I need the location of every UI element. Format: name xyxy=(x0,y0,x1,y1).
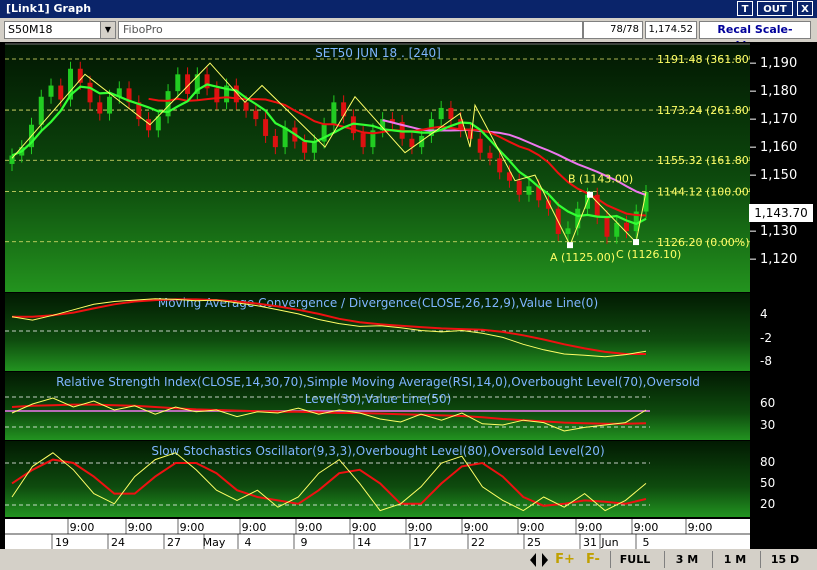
fib-level-label: 1191.48 (361.80%) xyxy=(657,53,764,66)
macd-tick-3: -8 xyxy=(760,354,772,368)
date-label: 31 xyxy=(583,536,597,549)
pivot-label: B (1143.00) xyxy=(568,173,633,186)
date-label: 22 xyxy=(471,536,485,549)
pan-right-icon[interactable] xyxy=(542,553,548,567)
time-label: 9:00 xyxy=(242,521,267,534)
fib-level-label: 1173.24 (261.80%) xyxy=(657,104,764,117)
close-button[interactable]: X xyxy=(797,1,813,16)
stoch-title: Slow Stochastics Oscillator(9,3,3),Overb… xyxy=(151,444,604,458)
price-tick-label: 1,180 xyxy=(760,84,797,99)
time-label: 9:00 xyxy=(578,521,603,534)
out-button[interactable]: OUT xyxy=(757,1,793,16)
price-tick-label: 1,150 xyxy=(760,168,797,183)
date-label: 9 xyxy=(301,536,308,549)
stoch-tick-2: 50 xyxy=(760,476,775,490)
chevron-down-icon[interactable]: ▼ xyxy=(100,22,115,38)
date-label: 14 xyxy=(357,536,371,549)
macd-title: Moving Average Convergence / Divergence(… xyxy=(158,296,598,310)
time-label: 9:00 xyxy=(352,521,377,534)
t-button[interactable]: T xyxy=(737,1,753,16)
bar-count: 78/78 xyxy=(583,21,643,39)
stoch-tick-1: 80 xyxy=(760,455,775,469)
last-price-label: 1,143.70 xyxy=(754,206,807,220)
main-price-panel[interactable]: SET50 JUN 18 . [240] 1191.48 (361.80%) 11… xyxy=(5,43,764,292)
stoch-tick-3: 20 xyxy=(760,497,775,511)
main-chart-title: SET50 JUN 18 . [240] xyxy=(315,46,441,60)
time-label: 9:00 xyxy=(408,521,433,534)
rsi-title-line1: Relative Strength Index(CLOSE,14,30,70),… xyxy=(56,375,700,389)
fib-level-label: 1155.32 (161.80%) xyxy=(657,154,764,167)
pivot-marker xyxy=(567,242,573,249)
date-label: 24 xyxy=(111,536,125,549)
window-title: [Link1] Graph xyxy=(6,2,92,15)
rsi-panel[interactable]: Relative Strength Index(CLOSE,14,30,70),… xyxy=(5,372,775,440)
1m-button[interactable]: 1 M xyxy=(712,551,757,568)
date-label: Jun xyxy=(600,536,618,549)
3m-button[interactable]: 3 M xyxy=(664,551,709,568)
fib-level-label: 1144.12 (100.00%) xyxy=(657,186,764,199)
recal-scale-button[interactable]: Recal Scale-Linear xyxy=(699,21,811,52)
rsi-tick-1: 60 xyxy=(760,396,775,410)
time-label: 9:00 xyxy=(634,521,659,534)
rsi-tick-2: 30 xyxy=(760,418,775,432)
pivot-label: A (1125.00) xyxy=(550,251,615,264)
macd-tick-2: -2 xyxy=(760,331,772,345)
time-label: 9:00 xyxy=(688,521,713,534)
main-price-scale: 1,190 1,180 1,170 1,160 1,150 1,130 1,120 1,14… xyxy=(749,44,817,292)
price-tick-label: 1,160 xyxy=(760,140,797,155)
pivot-label: C (1126.10) xyxy=(616,248,681,261)
date-label: 19 xyxy=(55,536,69,549)
toolbar: S50M18 ▼ FiboPro 78/78 1,174.52 Recal Sc… xyxy=(0,18,817,52)
zoom-out-button[interactable]: F- xyxy=(580,551,606,568)
symbol-select[interactable]: S50M18 ▼ xyxy=(4,21,116,39)
date-label: 25 xyxy=(527,536,541,549)
chart-area[interactable]: SET50 JUN 18 . [240] 1191.48 (361.80%) 11… xyxy=(0,42,817,549)
zoom-in-button[interactable]: F+ xyxy=(552,551,578,568)
date-label: 27 xyxy=(167,536,181,549)
full-button[interactable]: FULL xyxy=(610,551,659,568)
fib-level-label: 1126.20 (0.00%) xyxy=(657,236,750,249)
symbol-value: S50M18 xyxy=(8,23,53,36)
time-label: 9:00 xyxy=(464,521,489,534)
study-field: FiboPro xyxy=(118,21,583,39)
pivot-marker xyxy=(587,191,593,198)
date-label: 17 xyxy=(413,536,427,549)
15d-button[interactable]: 15 D xyxy=(760,551,809,568)
macd-panel[interactable]: Moving Average Convergence / Divergence(… xyxy=(5,293,772,371)
time-label: 9:00 xyxy=(180,521,205,534)
price-tick-label: 1,130 xyxy=(760,224,797,239)
date-label: May xyxy=(203,536,226,549)
bottom-bar: F+ F- FULL 3 M 1 M 15 D xyxy=(0,549,817,570)
date-label: 4 xyxy=(245,536,252,549)
time-axis: 9:00 9:00 9:00 9:00 9:00 9:00 9:00 9:00 9:00 9:00… xyxy=(5,519,750,549)
current-price: 1,174.52 xyxy=(645,21,697,39)
price-tick-label: 1,190 xyxy=(760,56,797,71)
time-label: 9:00 xyxy=(520,521,545,534)
title-bar: [Link1] Graph T OUT X xyxy=(0,0,817,18)
pan-left-icon[interactable] xyxy=(530,553,536,567)
stoch-panel[interactable]: Slow Stochastics Oscillator(9,3,3),Overb… xyxy=(5,441,775,517)
price-tick-label: 1,120 xyxy=(760,252,797,267)
time-label: 9:00 xyxy=(128,521,153,534)
rsi-title-line2: Level(30),Value Line(50) xyxy=(305,392,452,406)
price-tick-label: 1,170 xyxy=(760,112,797,127)
time-label: 9:00 xyxy=(298,521,323,534)
time-label: 9:00 xyxy=(70,521,95,534)
pivot-marker xyxy=(633,239,639,246)
date-label: 5 xyxy=(643,536,650,549)
macd-tick-1: 4 xyxy=(760,307,768,321)
